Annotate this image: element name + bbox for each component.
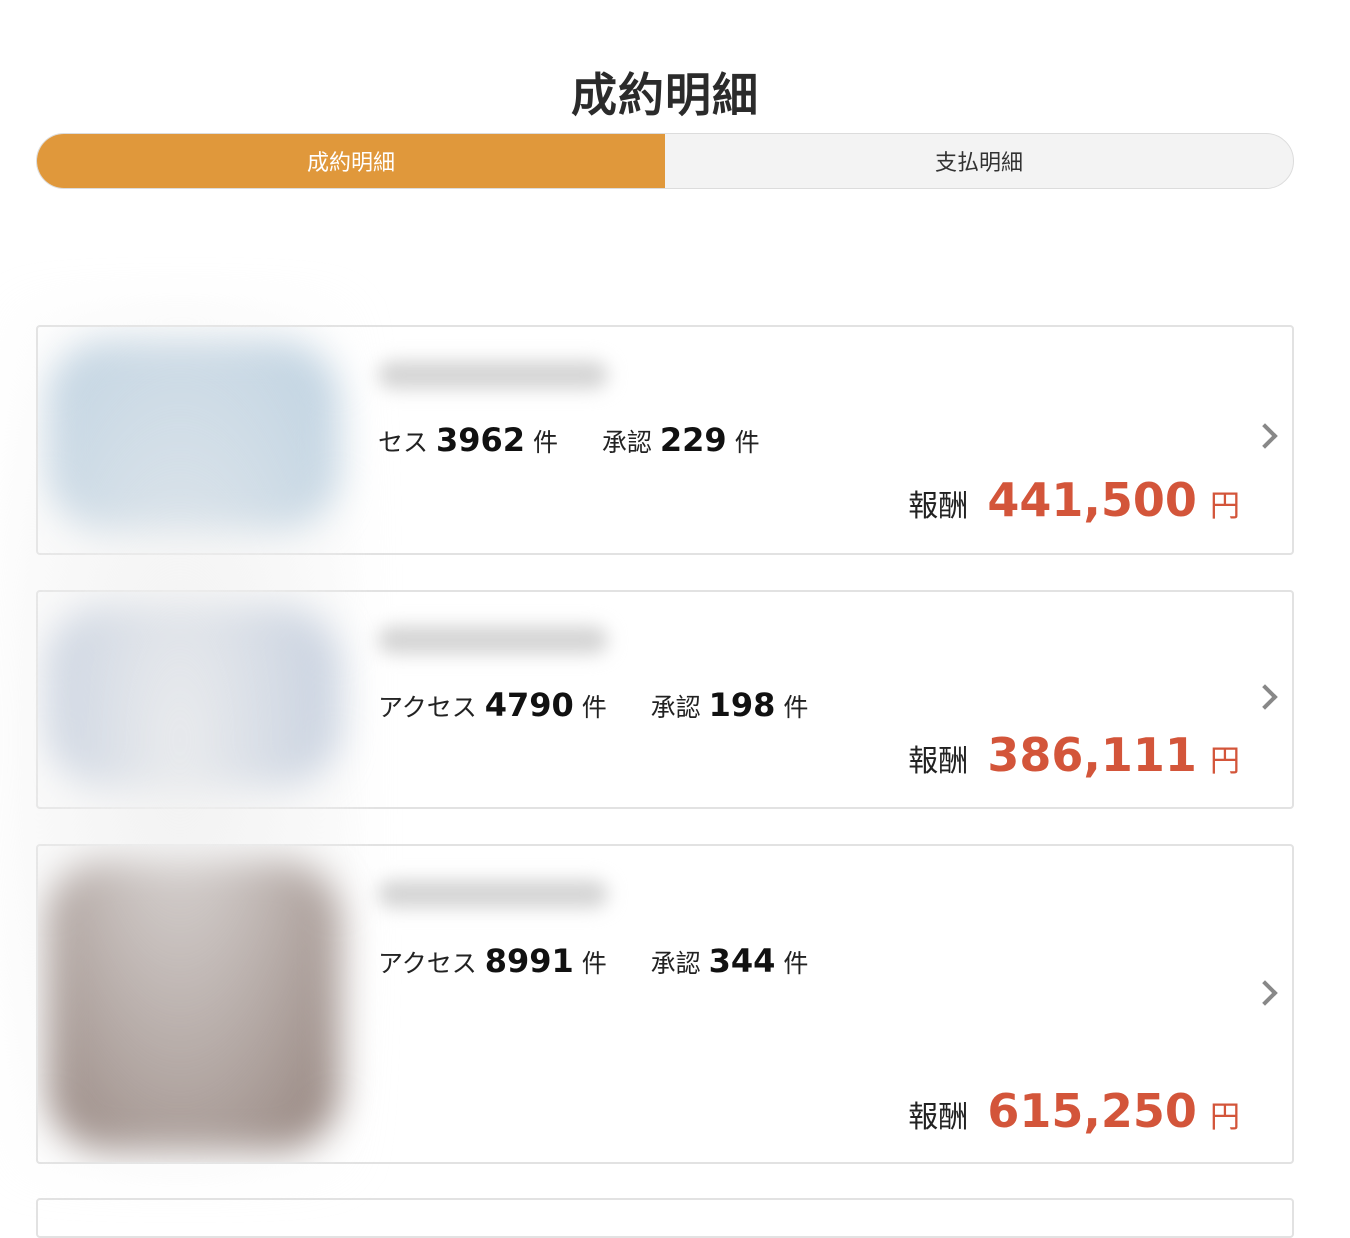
contract-card[interactable]: セス 3962 件 承認 229 件 報酬 441,500 円: [36, 325, 1294, 555]
currency-unit: 円: [1210, 744, 1240, 779]
thumbnail-image: [48, 860, 338, 1150]
approve-label: 承認: [650, 693, 701, 722]
count-unit: 件: [532, 428, 558, 457]
thumbnail-image: [48, 606, 338, 786]
reward-row: 報酬 441,500 円: [908, 473, 1240, 527]
approved-count: 229: [659, 421, 727, 459]
access-label: セス: [378, 428, 429, 457]
chevron-right-icon[interactable]: [1252, 684, 1278, 710]
stats-row: セス 3962 件 承認 229 件: [378, 421, 760, 459]
count-unit: 件: [783, 693, 809, 722]
contract-card[interactable]: アクセス 8991 件 承認 344 件 報酬 615,250 円: [36, 844, 1294, 1164]
access-label: アクセス: [378, 949, 477, 978]
access-label: アクセス: [378, 693, 477, 722]
chevron-right-icon[interactable]: [1252, 980, 1278, 1006]
chevron-right-icon[interactable]: [1252, 423, 1278, 449]
count-unit: 件: [734, 428, 760, 457]
count-unit: 件: [581, 949, 607, 978]
access-count: 8991: [484, 942, 574, 980]
thumbnail-image: [48, 341, 338, 531]
contract-card[interactable]: [36, 1198, 1294, 1238]
stats-row: アクセス 8991 件 承認 344 件: [378, 942, 808, 980]
approved-count: 344: [708, 942, 776, 980]
currency-unit: 円: [1210, 1100, 1240, 1135]
approved-count: 198: [708, 686, 776, 724]
stats-row: アクセス 4790 件 承認 198 件: [378, 686, 808, 724]
count-unit: 件: [783, 949, 809, 978]
program-name: [378, 361, 608, 389]
program-name: [378, 626, 608, 654]
approve-label: 承認: [601, 428, 652, 457]
reward-row: 報酬 386,111 円: [908, 728, 1240, 782]
reward-amount: 615,250: [987, 1084, 1197, 1138]
page-title: 成約明細: [571, 67, 759, 122]
currency-unit: 円: [1210, 489, 1240, 524]
approve-label: 承認: [650, 949, 701, 978]
reward-amount: 441,500: [987, 473, 1197, 527]
reward-amount: 386,111: [987, 728, 1197, 782]
tab-bar: 成約明細 支払明細: [36, 133, 1294, 189]
reward-label: 報酬: [908, 1100, 969, 1135]
program-name: [378, 880, 608, 908]
contract-card[interactable]: アクセス 4790 件 承認 198 件 報酬 386,111 円: [36, 590, 1294, 809]
tab-contracts[interactable]: 成約明細: [37, 134, 665, 188]
access-count: 4790: [484, 686, 574, 724]
count-unit: 件: [581, 693, 607, 722]
reward-row: 報酬 615,250 円: [908, 1084, 1240, 1138]
reward-label: 報酬: [908, 744, 969, 779]
access-count: 3962: [435, 421, 526, 459]
tab-payments[interactable]: 支払明細: [665, 134, 1293, 188]
reward-label: 報酬: [908, 489, 969, 524]
